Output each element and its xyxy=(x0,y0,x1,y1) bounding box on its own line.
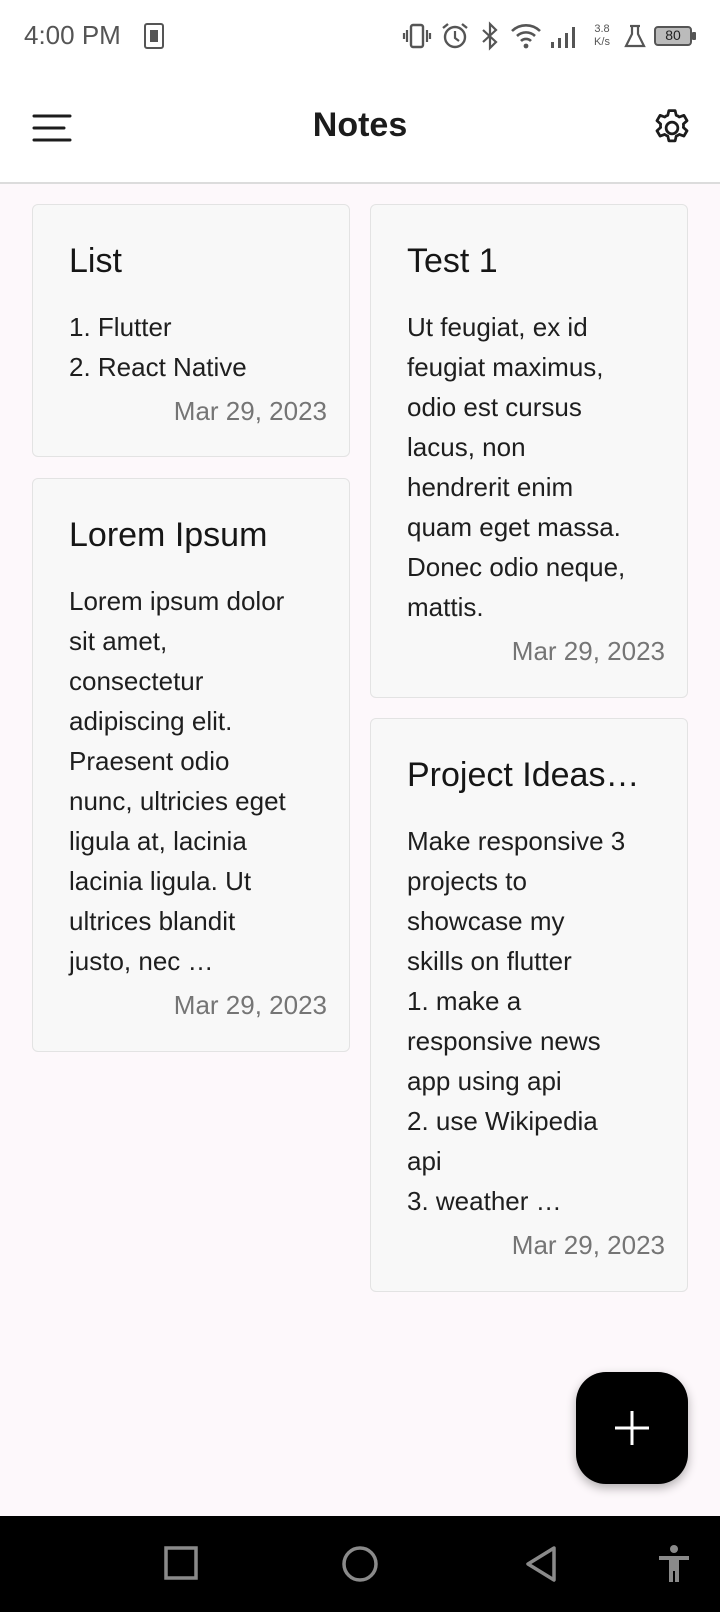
note-date: Mar 29, 2023 xyxy=(173,990,327,1020)
plus-icon xyxy=(615,1411,649,1445)
note-body: Make responsive 3 projects to showcase m… xyxy=(407,826,626,1216)
note-card[interactable]: Test 1 Ut feugiat, ex id feugiat maximus… xyxy=(370,204,688,698)
note-title: Test 1 xyxy=(407,242,498,280)
accessibility-icon[interactable] xyxy=(656,1544,692,1584)
note-body: Ut feugiat, ex id feugiat maximus, odio … xyxy=(407,312,626,622)
network-speed: 3.8 K/s xyxy=(588,23,616,49)
flask-icon xyxy=(624,24,646,48)
battery-icon: 80 xyxy=(654,24,696,48)
vibrate-icon xyxy=(402,23,432,49)
home-circle-icon[interactable] xyxy=(340,1544,380,1584)
note-card[interactable]: List 1. Flutter 2. React Native Mar 29, … xyxy=(32,204,350,457)
page-title: Notes xyxy=(312,106,408,144)
menu-icon[interactable] xyxy=(30,110,74,146)
add-note-button[interactable] xyxy=(576,1372,688,1484)
sim-card-icon xyxy=(144,23,164,49)
back-triangle-icon[interactable] xyxy=(522,1544,560,1584)
alarm-icon xyxy=(442,23,468,49)
signal-icon xyxy=(551,27,575,48)
network-speed-value: 3.8 xyxy=(594,23,610,35)
app-bar: Notes xyxy=(0,72,720,184)
note-card[interactable]: Lorem Ipsum Lorem ipsum dolor sit amet, … xyxy=(32,478,350,1052)
wifi-icon xyxy=(511,24,541,49)
status-bar: 4:00 PM 3.8 K/s 80 xyxy=(0,0,720,72)
note-body: Lorem ipsum dolor sit amet, consectetur … xyxy=(69,586,286,976)
note-date: Mar 29, 2023 xyxy=(511,636,665,666)
bluetooth-icon xyxy=(482,21,498,51)
network-speed-unit: K/s xyxy=(594,36,610,48)
note-title: Lorem Ipsum xyxy=(69,516,268,554)
battery-level: 80 xyxy=(665,27,681,43)
note-card[interactable]: Project Ideas… Make responsive 3 project… xyxy=(370,718,688,1292)
status-time: 4:00 PM xyxy=(24,20,121,50)
note-body: 1. Flutter 2. React Native xyxy=(69,312,247,382)
system-nav-bar xyxy=(0,1516,720,1612)
note-date: Mar 29, 2023 xyxy=(511,1230,665,1260)
note-title: Project Ideas… xyxy=(407,756,640,794)
gear-icon[interactable] xyxy=(650,106,694,150)
status-icons: 3.8 K/s 80 xyxy=(402,18,696,54)
recents-square-icon[interactable] xyxy=(162,1544,200,1582)
note-title: List xyxy=(69,242,122,280)
note-date: Mar 29, 2023 xyxy=(173,396,327,426)
